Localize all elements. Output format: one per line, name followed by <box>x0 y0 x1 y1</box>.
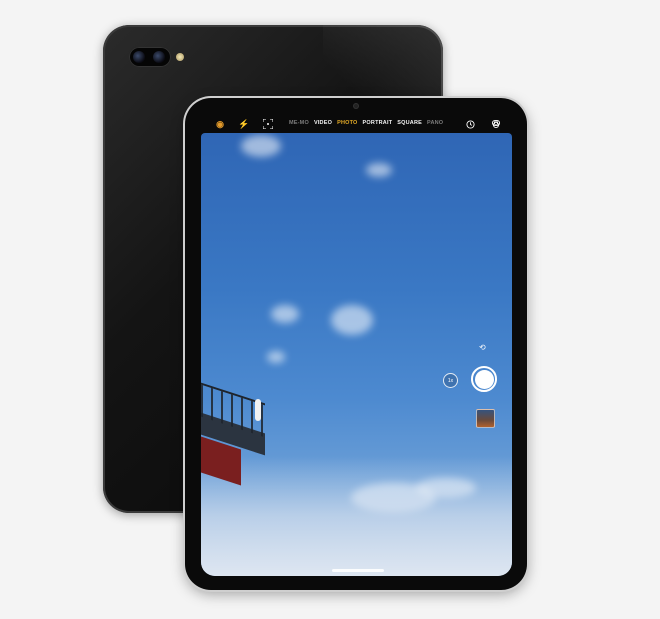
mode-memo[interactable]: ME-MO <box>289 120 309 126</box>
mode-selector: ME-MO VIDEO PHOTO PORTRAIT SQUARE PANO <box>289 120 443 126</box>
rear-lens-2 <box>153 51 165 63</box>
cloud <box>331 305 373 335</box>
mode-video[interactable]: VIDEO <box>314 120 332 126</box>
flash-icon[interactable]: ⚡ <box>237 117 251 131</box>
camera-top-bar: ◉ ⚡ ME-MO VIDEO PHOTO PORTRAIT SQUARE PA… <box>201 115 512 133</box>
zoom-button[interactable]: 1x <box>443 373 458 388</box>
grid-icon[interactable] <box>261 117 275 131</box>
mode-portrait[interactable]: PORTRAIT <box>363 120 393 126</box>
shutter-inner <box>474 369 494 389</box>
cloud <box>267 351 285 363</box>
rear-flash <box>176 53 184 61</box>
tablet-front: ◉ ⚡ ME-MO VIDEO PHOTO PORTRAIT SQUARE PA… <box>185 98 527 590</box>
balcony-photo-subject <box>201 382 273 486</box>
mode-pano[interactable]: PANO <box>427 120 443 126</box>
switch-camera-icon[interactable]: ⟲ <box>479 343 486 352</box>
rear-camera-module <box>129 47 171 67</box>
mode-square[interactable]: SQUARE <box>397 120 422 126</box>
camera-viewfinder[interactable]: ⟲ 1x <box>201 133 512 576</box>
shutter-button[interactable] <box>471 366 497 392</box>
front-camera-dot <box>354 104 358 108</box>
cloud <box>366 163 392 177</box>
cloud <box>241 135 281 157</box>
mode-photo[interactable]: PHOTO <box>337 120 357 126</box>
last-photo-thumbnail[interactable] <box>476 409 495 428</box>
rear-lens-1 <box>133 51 145 63</box>
cloud <box>271 305 299 323</box>
filters-icon[interactable] <box>489 117 503 131</box>
timer-icon[interactable] <box>463 117 477 131</box>
person-figure <box>255 399 261 421</box>
home-indicator[interactable] <box>332 569 384 572</box>
live-photo-icon[interactable]: ◉ <box>213 117 227 131</box>
